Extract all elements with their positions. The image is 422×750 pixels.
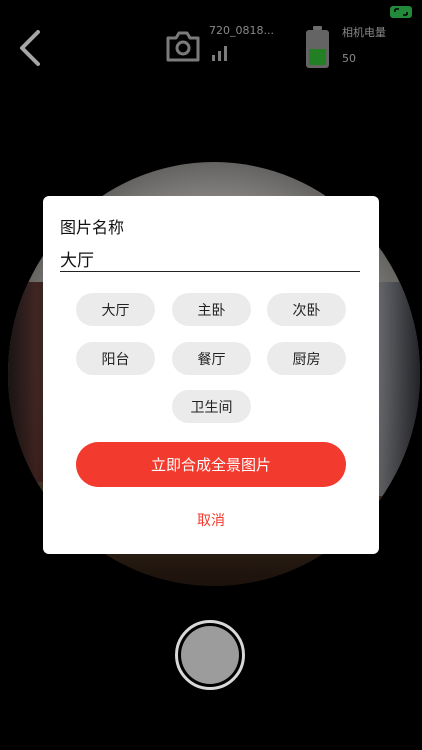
room-chip-second-bedroom[interactable]: 次卧 [267, 293, 346, 326]
image-name-dialog: 图片名称 大厅 主卧 次卧 阳台 餐厅 厨房 卫生间 立即合成全景图片 取消 [43, 196, 379, 554]
image-name-input[interactable] [60, 245, 360, 272]
shutter-button[interactable] [175, 620, 245, 690]
room-chip-balcony[interactable]: 阳台 [76, 342, 155, 375]
dialog-title: 图片名称 [60, 218, 125, 237]
shutter-button-icon [181, 626, 239, 684]
cancel-button[interactable]: 取消 [43, 510, 379, 530]
room-chip-bathroom[interactable]: 卫生间 [172, 390, 251, 423]
room-chip-living-room[interactable]: 大厅 [76, 293, 155, 326]
create-panorama-button[interactable]: 立即合成全景图片 [76, 442, 346, 487]
room-chip-kitchen[interactable]: 厨房 [267, 342, 346, 375]
room-chip-master-bedroom[interactable]: 主卧 [172, 293, 251, 326]
room-chip-dining-room[interactable]: 餐厅 [172, 342, 251, 375]
